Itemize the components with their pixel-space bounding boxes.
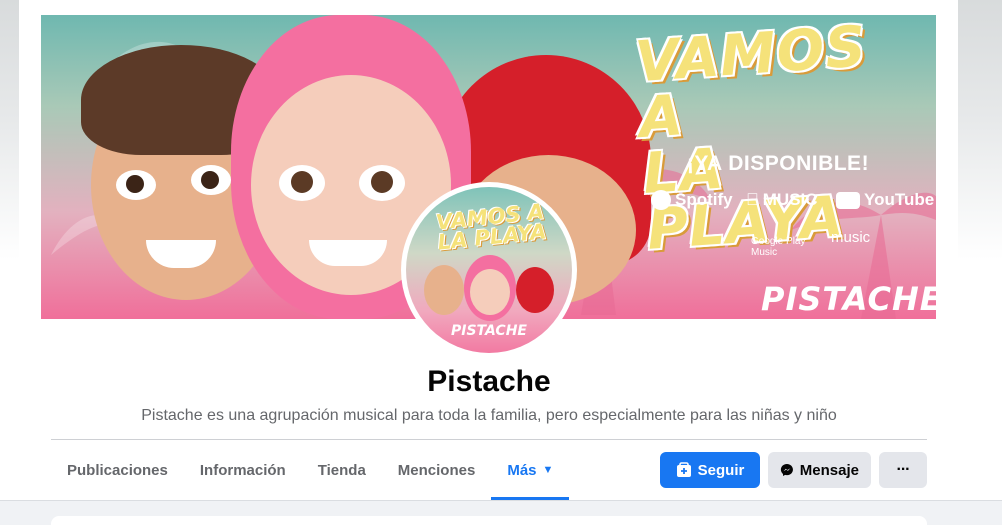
avatar-headline: VAMOS A LA PLAYA (434, 199, 548, 255)
follow-icon (676, 462, 691, 477)
apple-music-logo:  MUSIC (746, 190, 818, 210)
ellipsis-icon: ··· (896, 461, 911, 478)
avatar-image: VAMOS A LA PLAYA PISTACHE (406, 187, 572, 353)
tab-tienda[interactable]: Tienda (302, 440, 382, 500)
youtube-icon (836, 191, 860, 209)
cover-brand-logo: PISTACHE (761, 280, 936, 318)
apple-icon:  (746, 190, 759, 210)
cover-headline-line1: VAMOS A (633, 15, 869, 152)
spotify-icon (651, 190, 671, 210)
cover-headline: VAMOS A LA PLAYA (633, 15, 936, 263)
tab-informacion[interactable]: Información (184, 440, 302, 500)
tab-mas[interactable]: Más ▼ (491, 440, 570, 500)
page-actions: Seguir Mensaje ··· (660, 452, 927, 488)
avatar-brand: PISTACHE (451, 323, 527, 339)
caret-down-icon: ▼ (542, 464, 554, 476)
feed-card (51, 516, 927, 525)
more-options-button[interactable]: ··· (879, 452, 927, 488)
cover-available-text: ¡YA DISPONIBLE! (686, 152, 870, 175)
message-button[interactable]: Mensaje (768, 452, 871, 488)
profile-tabs: Publicaciones Información Tienda Mencion… (51, 440, 570, 500)
header-bottom-border (0, 500, 1002, 501)
avatar[interactable]: VAMOS A LA PLAYA PISTACHE (401, 182, 577, 358)
tab-menciones[interactable]: Menciones (382, 440, 492, 500)
page-title: Pistache (427, 365, 551, 398)
youtube-logo: YouTube (836, 190, 934, 210)
page-description: Pistache es una agrupación musical para … (141, 407, 837, 424)
amazon-music-logo: music (831, 229, 871, 246)
google-play-logo: Google Play Music (751, 236, 806, 258)
spotify-logo: Spotify (651, 190, 733, 210)
follow-button[interactable]: Seguir (660, 452, 760, 488)
tab-publicaciones[interactable]: Publicaciones (51, 440, 184, 500)
messenger-icon (780, 463, 793, 477)
